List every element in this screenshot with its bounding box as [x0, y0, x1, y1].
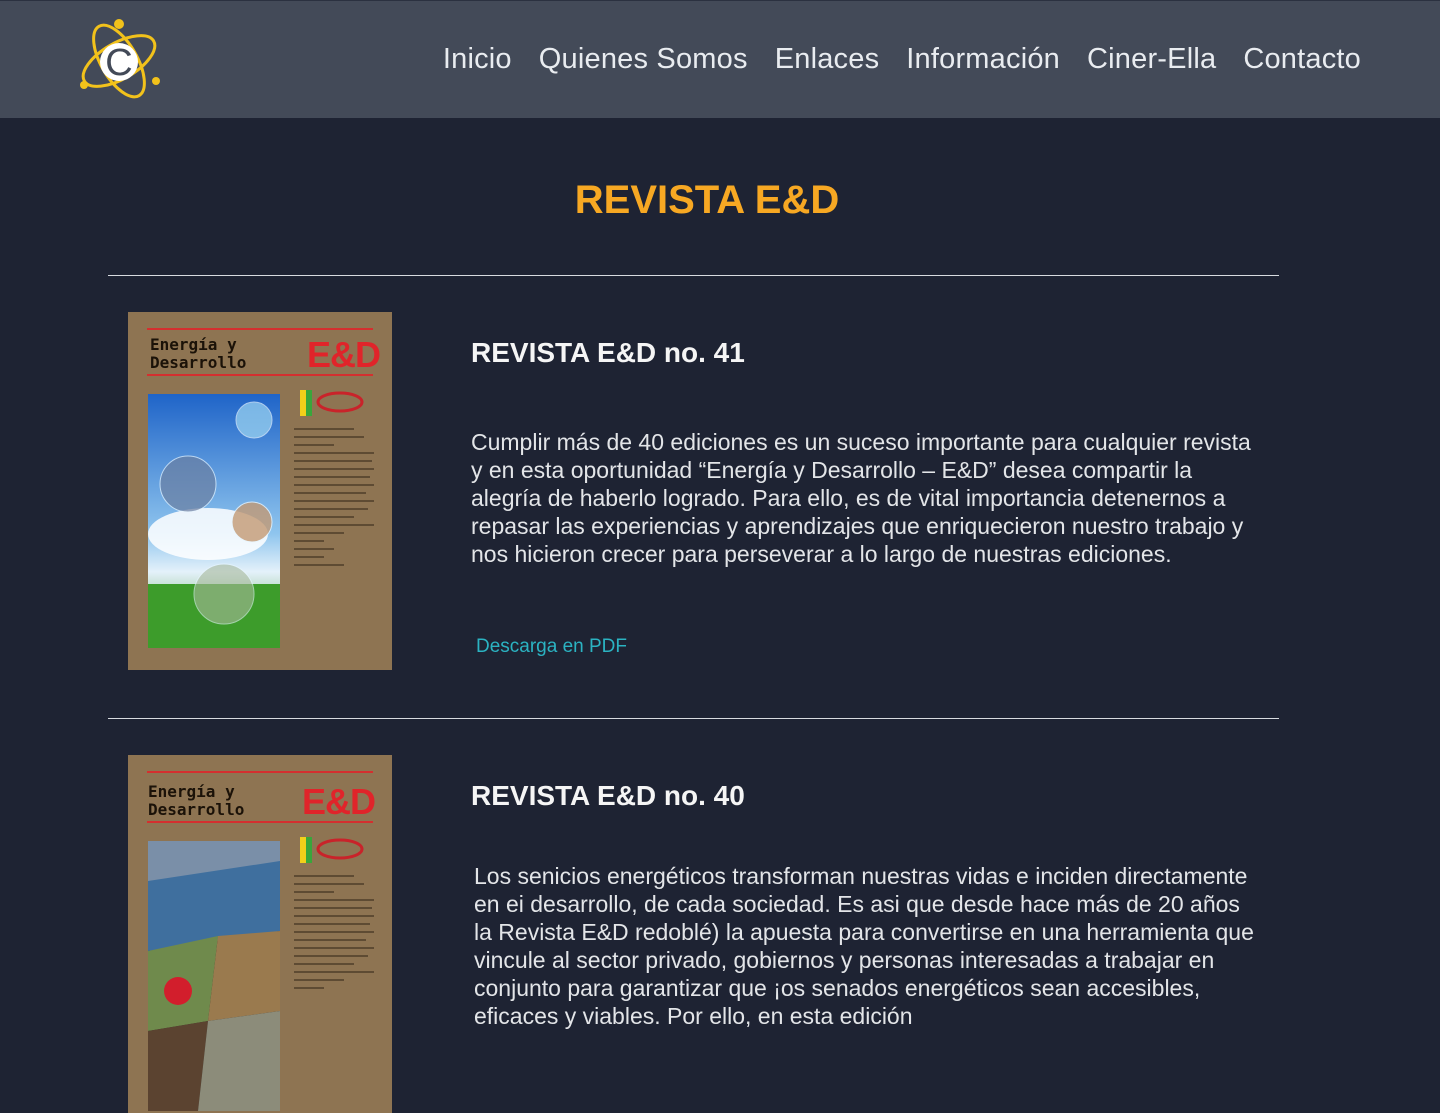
cover-rule — [147, 821, 373, 823]
cover-photo — [148, 841, 280, 1111]
nav-link-enlaces[interactable]: Enlaces — [775, 43, 880, 76]
cover-rule — [147, 328, 373, 330]
cover-photo — [148, 394, 280, 648]
nav-link-informacion[interactable]: Información — [906, 43, 1060, 76]
cover-institute-logo-icon — [300, 390, 364, 416]
download-pdf-link[interactable]: Descarga en PDF — [476, 636, 627, 658]
cover-logo: E&D — [307, 334, 381, 375]
cover-contents — [294, 428, 374, 572]
logo-letter: C — [105, 42, 132, 84]
nav-link-inicio[interactable]: Inicio — [443, 43, 512, 76]
cover-rule — [147, 771, 373, 773]
cover-heading: Energía y Desarrollo — [150, 335, 247, 372]
issue-cover-image[interactable]: Energía y Desarrollo E&D — [128, 312, 392, 670]
divider — [108, 718, 1279, 719]
nav-link-ciner-ella[interactable]: Ciner-Ella — [1087, 43, 1216, 76]
cover-institute-logo-icon — [300, 837, 364, 863]
cover-logo: E&D — [302, 781, 376, 822]
cover-contents — [294, 875, 374, 995]
issue-title: REVISTA E&D no. 41 — [471, 337, 745, 368]
cover-heading: Energía y Desarrollo — [148, 782, 245, 819]
issue-cover-image[interactable]: Energía y Desarrollo E&D — [128, 755, 392, 1113]
cover-rule — [147, 374, 373, 376]
nav-link-quienes-somos[interactable]: Quienes Somos — [539, 43, 748, 76]
issue-description: Cumplir más de 40 ediciones es un suceso… — [471, 429, 1251, 567]
navbar: C Inicio Quienes Somos Enlaces Informaci… — [0, 0, 1440, 118]
issue-title: REVISTA E&D no. 40 — [471, 780, 745, 811]
nav-link-contacto[interactable]: Contacto — [1243, 43, 1361, 76]
page-title: REVISTA E&D — [574, 178, 840, 222]
issue-description: Los senicios energéticos transforman nue… — [474, 863, 1254, 1029]
divider — [108, 275, 1279, 276]
ciner-logo-icon[interactable]: C — [76, 15, 162, 105]
main-nav: Inicio Quienes Somos Enlaces Información… — [443, 43, 1361, 76]
